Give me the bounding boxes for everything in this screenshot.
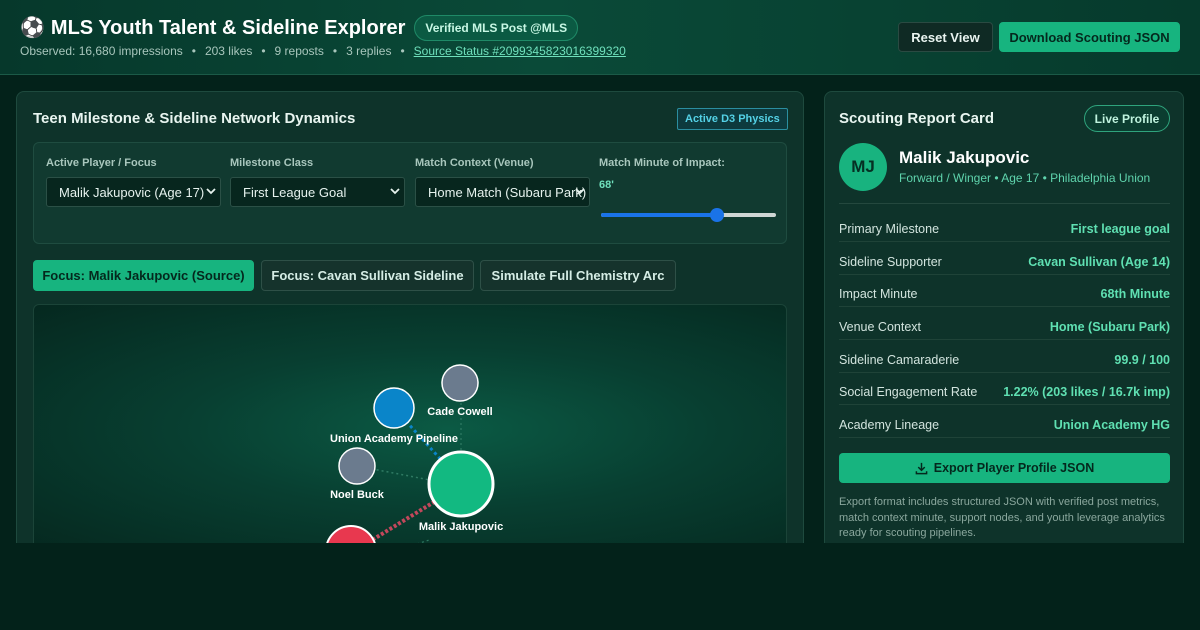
player-subtitle: Forward / Winger • Age 17 • Philadelphia… xyxy=(899,171,1151,185)
network-graph[interactable]: Cade Cowell Union Academy Pipeline Noel … xyxy=(33,304,787,554)
controls-card: Active Player / Focus Malik Jakupovic (A… xyxy=(33,142,787,244)
milestone-control: Milestone Class First League Goal xyxy=(230,157,405,207)
page-background xyxy=(0,543,1200,630)
separator: • xyxy=(332,44,338,58)
milestone-select[interactable]: First League Goal xyxy=(230,177,405,207)
node-malik-jakupovic[interactable] xyxy=(427,450,495,518)
stat-row: Sideline Camaraderie 99.9 / 100 xyxy=(839,351,1170,373)
node-label-malik-jakupovic: Malik Jakupovic xyxy=(419,521,503,533)
focus-cavan-button[interactable]: Focus: Cavan Sullivan Sideline xyxy=(261,260,474,291)
stat-label: Primary Milestone xyxy=(839,222,940,236)
context-control: Match Context (Venue) Home Match (Subaru… xyxy=(415,157,590,207)
stat-label: Sideline Camaraderie xyxy=(839,353,960,367)
stat-value: First league goal xyxy=(1070,222,1170,236)
node-label-noel-buck: Noel Buck xyxy=(330,489,385,501)
stat-label: Academy Lineage xyxy=(839,418,940,432)
post-metrics: Observed: 16,680 impressions • 203 likes… xyxy=(20,44,626,58)
stat-row: Academy Lineage Union Academy HG xyxy=(839,416,1170,438)
app-header: ⚽ MLS Youth Talent & Sideline Explorer V… xyxy=(0,0,1200,75)
stat-label: Social Engagement Rate xyxy=(839,385,978,399)
stat-value: 68th Minute xyxy=(1100,287,1170,301)
title-row: ⚽ MLS Youth Talent & Sideline Explorer V… xyxy=(20,15,579,41)
separator: • xyxy=(261,44,266,58)
network-panel-title: Teen Milestone & Sideline Network Dynami… xyxy=(33,110,356,127)
physics-badge: Active D3 Physics xyxy=(677,108,788,130)
minute-label: Match Minute of Impact: xyxy=(599,157,725,169)
stat-row: Sideline Supporter Cavan Sullivan (Age 1… xyxy=(839,253,1170,275)
verified-badge: Verified MLS Post @MLS xyxy=(414,15,579,41)
export-button-label: Export Player Profile JSON xyxy=(933,461,1095,475)
avatar: MJ xyxy=(839,143,887,191)
stat-label: Impact Minute xyxy=(839,287,918,301)
minute-slider[interactable] xyxy=(601,208,776,222)
context-label: Match Context (Venue) xyxy=(415,157,534,169)
node-cade-cowell[interactable] xyxy=(441,364,479,402)
stat-row: Impact Minute 68th Minute xyxy=(839,285,1170,307)
minute-control: Match Minute of Impact: 68' xyxy=(599,157,776,222)
node-label-union-academy: Union Academy Pipeline xyxy=(330,433,458,445)
divider xyxy=(839,203,1170,204)
stat-label: Venue Context xyxy=(839,320,922,334)
node-union-academy[interactable] xyxy=(373,387,415,429)
context-value: Home Match (Subaru Park) xyxy=(428,184,587,200)
soccer-ball-icon: ⚽ xyxy=(20,17,45,39)
milestone-value: First League Goal xyxy=(243,184,347,200)
player-name: Malik Jakupovic xyxy=(899,148,1030,167)
stat-value: 99.9 / 100 xyxy=(1114,353,1170,367)
download-scouting-json-button[interactable]: Download Scouting JSON xyxy=(999,22,1180,52)
slider-thumb[interactable] xyxy=(710,208,725,222)
separator: • xyxy=(191,44,196,58)
download-icon xyxy=(915,462,928,474)
network-graph-svg: Cade Cowell Union Academy Pipeline Noel … xyxy=(325,364,503,553)
stat-label: Sideline Supporter xyxy=(839,255,942,269)
context-select[interactable]: Home Match (Subaru Park) xyxy=(415,177,590,207)
slider-fill xyxy=(601,213,718,217)
minute-value: 68' xyxy=(599,179,614,191)
stat-value: Cavan Sullivan (Age 14) xyxy=(1028,255,1170,269)
stat-value: Union Academy HG xyxy=(1053,418,1170,432)
player-focus-label: Active Player / Focus xyxy=(46,157,157,169)
stat-value: Home (Subaru Park) xyxy=(1049,320,1170,334)
node-noel-buck[interactable] xyxy=(338,447,376,485)
network-panel: Teen Milestone & Sideline Network Dynami… xyxy=(16,91,804,554)
chevron-down-icon xyxy=(206,188,216,195)
live-profile-badge: Live Profile xyxy=(1084,105,1170,132)
player-focus-value: Malik Jakupovic (Age 17) xyxy=(59,184,205,200)
likes-count: 203 likes xyxy=(204,44,253,58)
chevron-down-icon xyxy=(390,188,400,195)
node-label-cade-cowell: Cade Cowell xyxy=(427,406,492,418)
export-player-profile-button[interactable]: Export Player Profile JSON xyxy=(839,453,1170,483)
player-focus-select[interactable]: Malik Jakupovic (Age 17) xyxy=(46,177,221,207)
focus-malik-button[interactable]: Focus: Malik Jakupovic (Source) xyxy=(33,260,254,291)
stat-row: Venue Context Home (Subaru Park) xyxy=(839,318,1170,340)
app-title: MLS Youth Talent & Sideline Explorer xyxy=(50,17,406,39)
source-status-link[interactable]: Source Status #2099345823016399320 xyxy=(414,44,626,58)
simulate-chemistry-button[interactable]: Simulate Full Chemistry Arc xyxy=(480,260,676,291)
player-focus-control: Active Player / Focus Malik Jakupovic (A… xyxy=(46,157,221,207)
milestone-label: Milestone Class xyxy=(230,157,314,169)
impressions-count: Observed: 16,680 impressions xyxy=(20,44,183,58)
scouting-report-panel: Scouting Report Card Live Profile MJ Mal… xyxy=(824,91,1184,551)
stat-value: 1.22% (203 likes / 16.7k imp) xyxy=(1003,385,1170,399)
export-note: Export format includes structured JSON w… xyxy=(839,496,1165,539)
separator: • xyxy=(400,44,405,58)
replies-count: 3 replies xyxy=(346,44,392,58)
chevron-down-icon xyxy=(575,188,585,195)
stat-row: Social Engagement Rate 1.22% (203 likes … xyxy=(839,383,1170,405)
reposts-count: 9 reposts xyxy=(274,44,324,58)
stat-row: Primary Milestone First league goal xyxy=(839,220,1170,242)
scouting-report-title: Scouting Report Card xyxy=(839,110,995,127)
reset-view-button[interactable]: Reset View xyxy=(898,22,993,52)
